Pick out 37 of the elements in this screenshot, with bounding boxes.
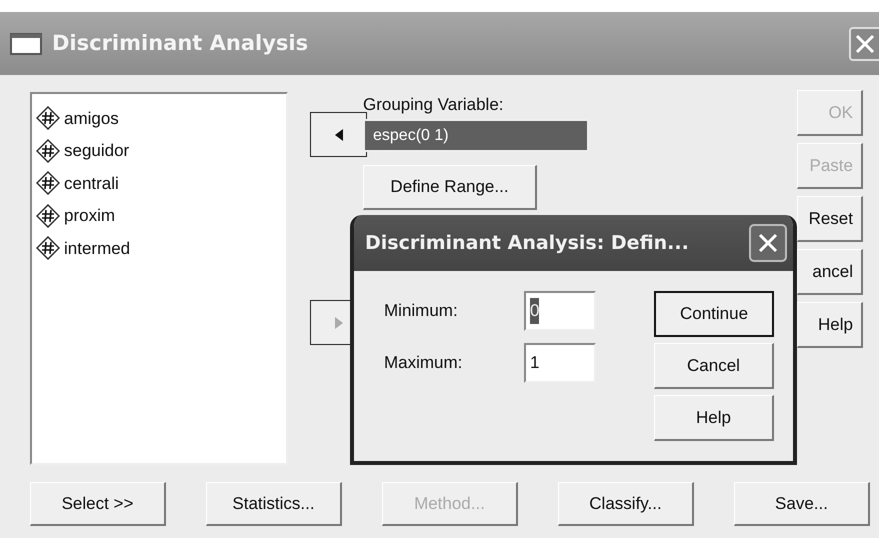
define-range-button[interactable]: Define Range... (363, 165, 537, 210)
close-button[interactable] (749, 224, 787, 262)
numeric-variable-icon (36, 204, 60, 228)
dialog-button[interactable]: Statistics... (206, 482, 342, 526)
window-title: Discriminant Analysis (52, 30, 308, 57)
field-label: Minimum: (384, 300, 459, 322)
dialog-button[interactable]: Classify... (558, 482, 694, 526)
dialog-button[interactable]: ancel (797, 249, 863, 295)
close-icon (854, 32, 876, 54)
variable-name[interactable]: centrali (64, 170, 119, 196)
variable-name[interactable]: seguidor (64, 138, 130, 164)
grouping-variable-field[interactable]: espec(0 1) (363, 119, 589, 152)
left-arrow-icon (334, 128, 344, 142)
dialog-button[interactable]: Help (797, 302, 863, 348)
numeric-variable-icon (36, 138, 60, 163)
dialog-button[interactable]: Help (654, 395, 774, 441)
field-label: Grouping Variable: (363, 94, 504, 116)
move-button[interactable] (310, 112, 367, 157)
numeric-variable-icon (36, 171, 60, 196)
variable-name[interactable]: proxim (64, 203, 116, 228)
dialog-button[interactable]: Continue (654, 291, 774, 337)
dialog-title: Discriminant Analysis: Defin... (365, 230, 689, 256)
close-button[interactable] (849, 26, 879, 60)
numeric-variable-icon (36, 106, 60, 130)
dialog-button[interactable]: Cancel (654, 343, 774, 389)
dialog-button[interactable]: Save... (734, 482, 870, 526)
numeric-variable-icon (36, 236, 60, 260)
window-icon (10, 32, 42, 54)
dialog-button[interactable]: Select >> (30, 482, 166, 526)
right-arrow-icon (334, 316, 344, 330)
close-icon (757, 232, 779, 254)
dialog-button[interactable]: Reset (797, 196, 863, 242)
text-field[interactable]: 0 (524, 291, 596, 331)
text-field[interactable]: 1 (524, 343, 596, 383)
field-label: Maximum: (384, 352, 464, 374)
variable-name[interactable]: intermed (64, 236, 130, 261)
variable-name[interactable]: amigos (64, 106, 119, 131)
